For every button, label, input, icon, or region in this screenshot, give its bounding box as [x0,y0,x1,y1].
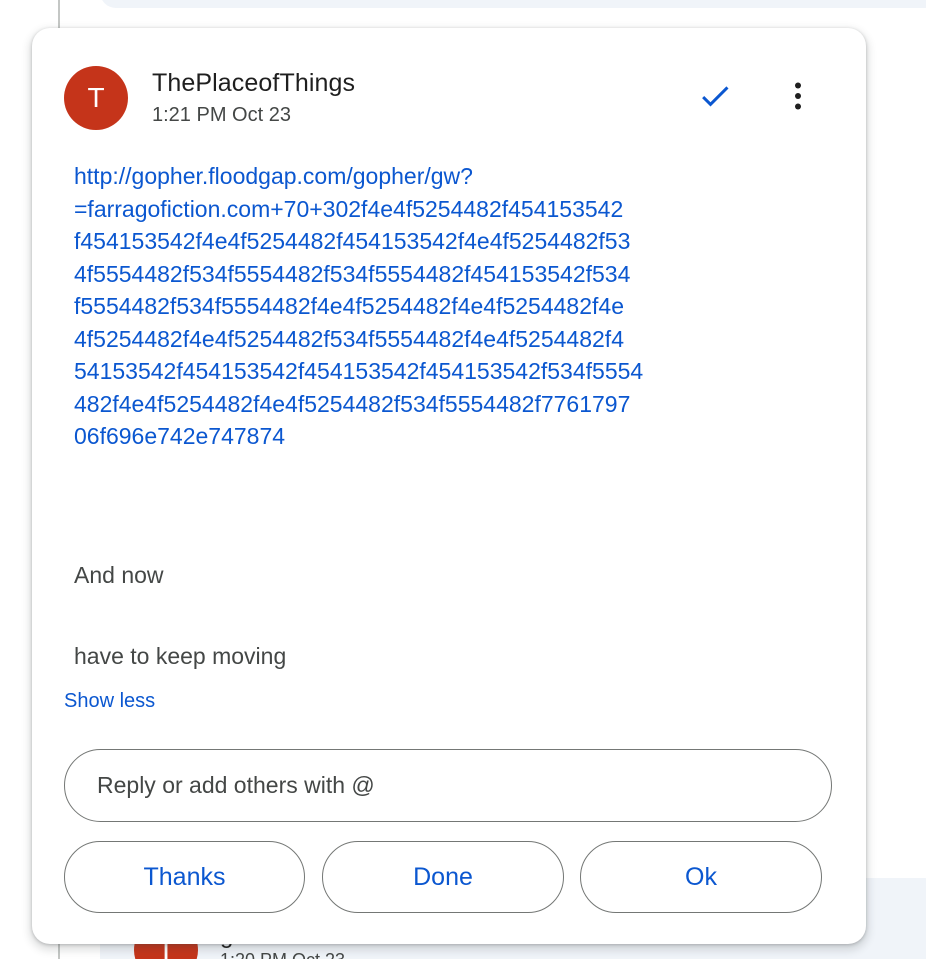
comment-thread-view: T g 1:20 PM Oct 23 T ThePlaceofThings 1:… [0,0,926,959]
more-vert-icon [795,82,801,110]
comment-paragraph: have to keep moving [74,643,287,669]
previous-comment-card [100,0,926,8]
gopher-link[interactable]: http://gopher.floodgap.com/gopher/gw? =f… [74,160,814,453]
more-options-button[interactable] [776,74,820,118]
reply-input[interactable]: Reply or add others with @ [64,749,832,822]
check-icon [702,86,729,107]
quick-reply-thanks[interactable]: Thanks [64,841,305,913]
quick-reply-done[interactable]: Done [322,841,564,913]
comment-paragraph: And now [74,562,164,588]
comment-card: T ThePlaceofThings 1:21 PM Oct 23 http:/… [32,28,866,944]
show-less-link[interactable]: Show less [64,690,155,713]
quick-reply-ok[interactable]: Ok [580,841,822,913]
comment-timestamp: 1:21 PM Oct 23 [152,104,291,126]
resolve-button[interactable] [693,74,737,118]
comment-body: http://gopher.floodgap.com/gopher/gw? =f… [74,160,814,453]
author-avatar[interactable]: T [64,66,128,130]
author-name: ThePlaceofThings [152,69,356,97]
next-comment-timestamp: 1:20 PM Oct 23 [220,950,345,959]
